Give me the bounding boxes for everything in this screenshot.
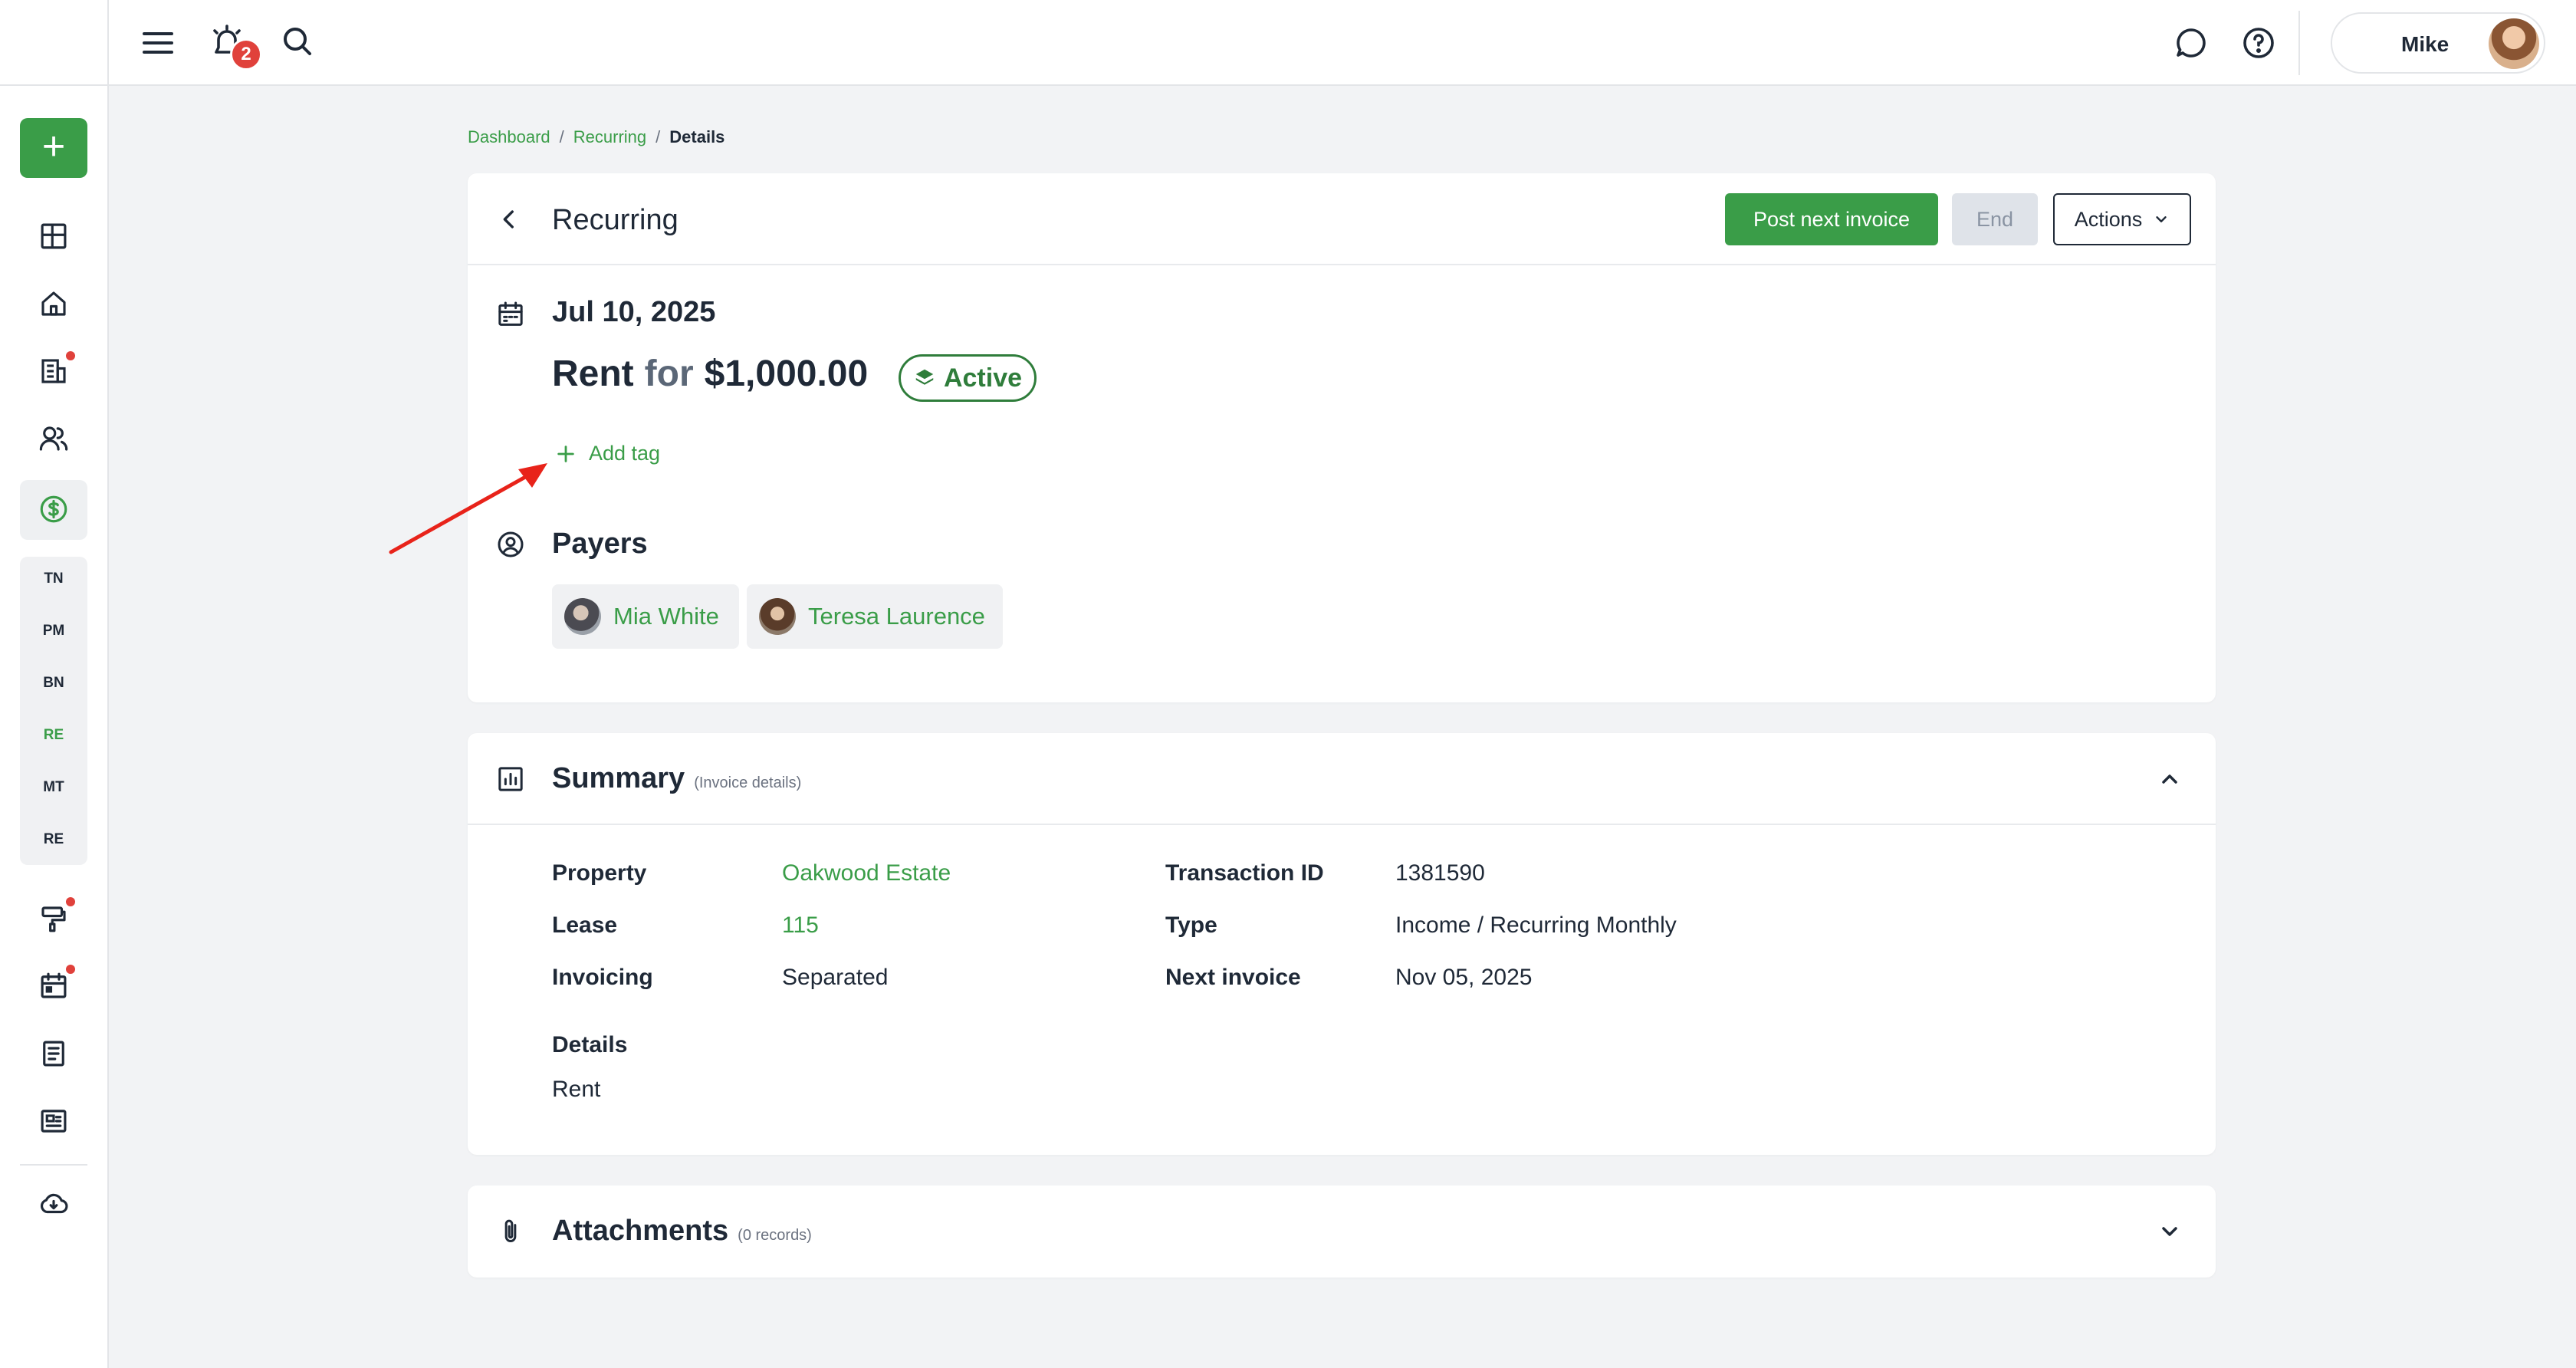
invoicing-label: Invoicing <box>552 965 653 990</box>
breadcrumb-separator: / <box>656 127 661 146</box>
breadcrumb-current: Details <box>669 127 725 146</box>
topbar-divider <box>2298 11 2300 75</box>
payer-name: Teresa Laurence <box>808 603 985 630</box>
add-tag-button[interactable]: Add tag <box>555 442 660 465</box>
summary-header: Summary (Invoice details) <box>552 762 801 795</box>
next-invoice-label: Next invoice <box>1165 965 1301 990</box>
summary-card: Summary (Invoice details) Property Oakwo… <box>468 733 2216 1155</box>
chevron-up-icon[interactable] <box>2151 761 2188 797</box>
notification-badge: 2 <box>230 38 262 71</box>
logo-cell <box>0 0 109 86</box>
type-label: Type <box>1165 913 1217 938</box>
for-word: for <box>644 354 694 394</box>
status-label: Active <box>943 363 1023 393</box>
users-icon[interactable] <box>34 419 74 459</box>
status-badge: Active <box>899 354 1037 402</box>
sidebar-divider <box>20 1164 87 1166</box>
page-title: Recurring <box>552 204 678 236</box>
breadcrumb-recurring[interactable]: Recurring <box>573 127 646 147</box>
help-icon[interactable] <box>2237 21 2280 64</box>
calendar-icon <box>494 298 527 331</box>
property-label: Property <box>552 860 647 886</box>
payer-name: Mia White <box>613 603 719 630</box>
maintenance-alert-dot <box>66 897 75 906</box>
user-name: Mike <box>2401 32 2450 56</box>
recurring-card: Recurring Post next invoice End Actions … <box>468 173 2216 702</box>
attachments-subtitle: (0 records) <box>738 1227 812 1244</box>
property-link[interactable]: Oakwood Estate <box>782 860 951 886</box>
user-menu[interactable]: Mike <box>2331 12 2545 74</box>
type-value: Income / Recurring Monthly <box>1395 913 1677 938</box>
chevron-down-icon <box>2156 216 2167 222</box>
sidebar-code-bn[interactable]: BN <box>20 675 87 692</box>
back-arrow-icon[interactable] <box>491 201 527 238</box>
sidebar: + TN PM BN RE MT RE <box>0 86 109 1368</box>
add-tag-label: Add tag <box>589 442 661 465</box>
newspaper-icon[interactable] <box>34 1101 74 1141</box>
transaction-id-label: Transaction ID <box>1165 860 1324 886</box>
lease-label: Lease <box>552 913 618 938</box>
home-icon[interactable] <box>34 284 74 324</box>
attachments-card: Attachments (0 records) <box>468 1185 2216 1278</box>
details-value: Rent <box>552 1077 601 1102</box>
annotation-arrow <box>389 463 547 554</box>
payer-avatar <box>759 598 796 635</box>
bar-chart-icon <box>494 762 527 796</box>
breadcrumb-dashboard[interactable]: Dashboard <box>468 127 550 147</box>
sidebar-code-mt[interactable]: MT <box>20 779 87 796</box>
card-header-divider <box>468 824 2216 825</box>
sidebar-code-re[interactable]: RE <box>20 831 87 848</box>
building-alert-dot <box>66 351 75 360</box>
add-button[interactable]: + <box>20 118 87 178</box>
document-icon[interactable] <box>34 1034 74 1074</box>
amount-line: Rent for $1,000.00 <box>552 353 868 395</box>
charge-category: Rent <box>552 354 634 394</box>
dollar-circle-icon[interactable] <box>34 489 74 529</box>
sidebar-code-tn[interactable]: TN <box>20 571 87 587</box>
breadcrumb-separator: / <box>559 127 564 146</box>
sidebar-code-pm[interactable]: PM <box>20 623 87 640</box>
next-invoice-value: Nov 05, 2025 <box>1395 965 1533 990</box>
dashboard-grid-icon[interactable] <box>34 216 74 256</box>
attachments-header[interactable]: Attachments (0 records) <box>552 1215 812 1248</box>
recurring-date: Jul 10, 2025 <box>552 296 716 328</box>
actions-label: Actions <box>2074 207 2143 231</box>
sidebar-code-re-active[interactable]: RE <box>20 727 87 744</box>
payer-chip[interactable]: Mia White <box>552 584 739 649</box>
payer-chip[interactable]: Teresa Laurence <box>747 584 1003 649</box>
post-next-invoice-button[interactable]: Post next invoice <box>1725 193 1938 245</box>
chevron-down-icon[interactable] <box>2151 1213 2188 1250</box>
summary-title: Summary <box>552 762 685 794</box>
search-icon[interactable] <box>276 20 319 63</box>
invoicing-value: Separated <box>782 965 889 990</box>
card-header-divider <box>468 264 2216 265</box>
attachments-title: Attachments <box>552 1215 729 1247</box>
paperclip-icon <box>494 1215 527 1248</box>
charge-amount: $1,000.00 <box>704 354 869 394</box>
menu-icon[interactable] <box>136 21 179 64</box>
payer-avatar <box>564 598 601 635</box>
user-avatar <box>2489 18 2539 69</box>
breadcrumb: Dashboard / Recurring / Details <box>468 127 724 147</box>
transaction-id-value: 1381590 <box>1395 860 1485 886</box>
top-bar: 2 Mike <box>0 0 2576 86</box>
layers-icon <box>915 369 934 385</box>
lease-link[interactable]: 115 <box>782 913 819 939</box>
summary-subtitle: (Invoice details) <box>694 774 802 791</box>
cloud-download-icon[interactable] <box>34 1184 74 1224</box>
sidebar-code-group <box>20 557 87 865</box>
calendar-alert-dot <box>66 965 75 974</box>
chat-icon[interactable] <box>2170 21 2213 64</box>
details-label: Details <box>552 1032 628 1057</box>
end-button[interactable]: End <box>1952 193 2038 245</box>
actions-dropdown[interactable]: Actions <box>2053 193 2191 245</box>
